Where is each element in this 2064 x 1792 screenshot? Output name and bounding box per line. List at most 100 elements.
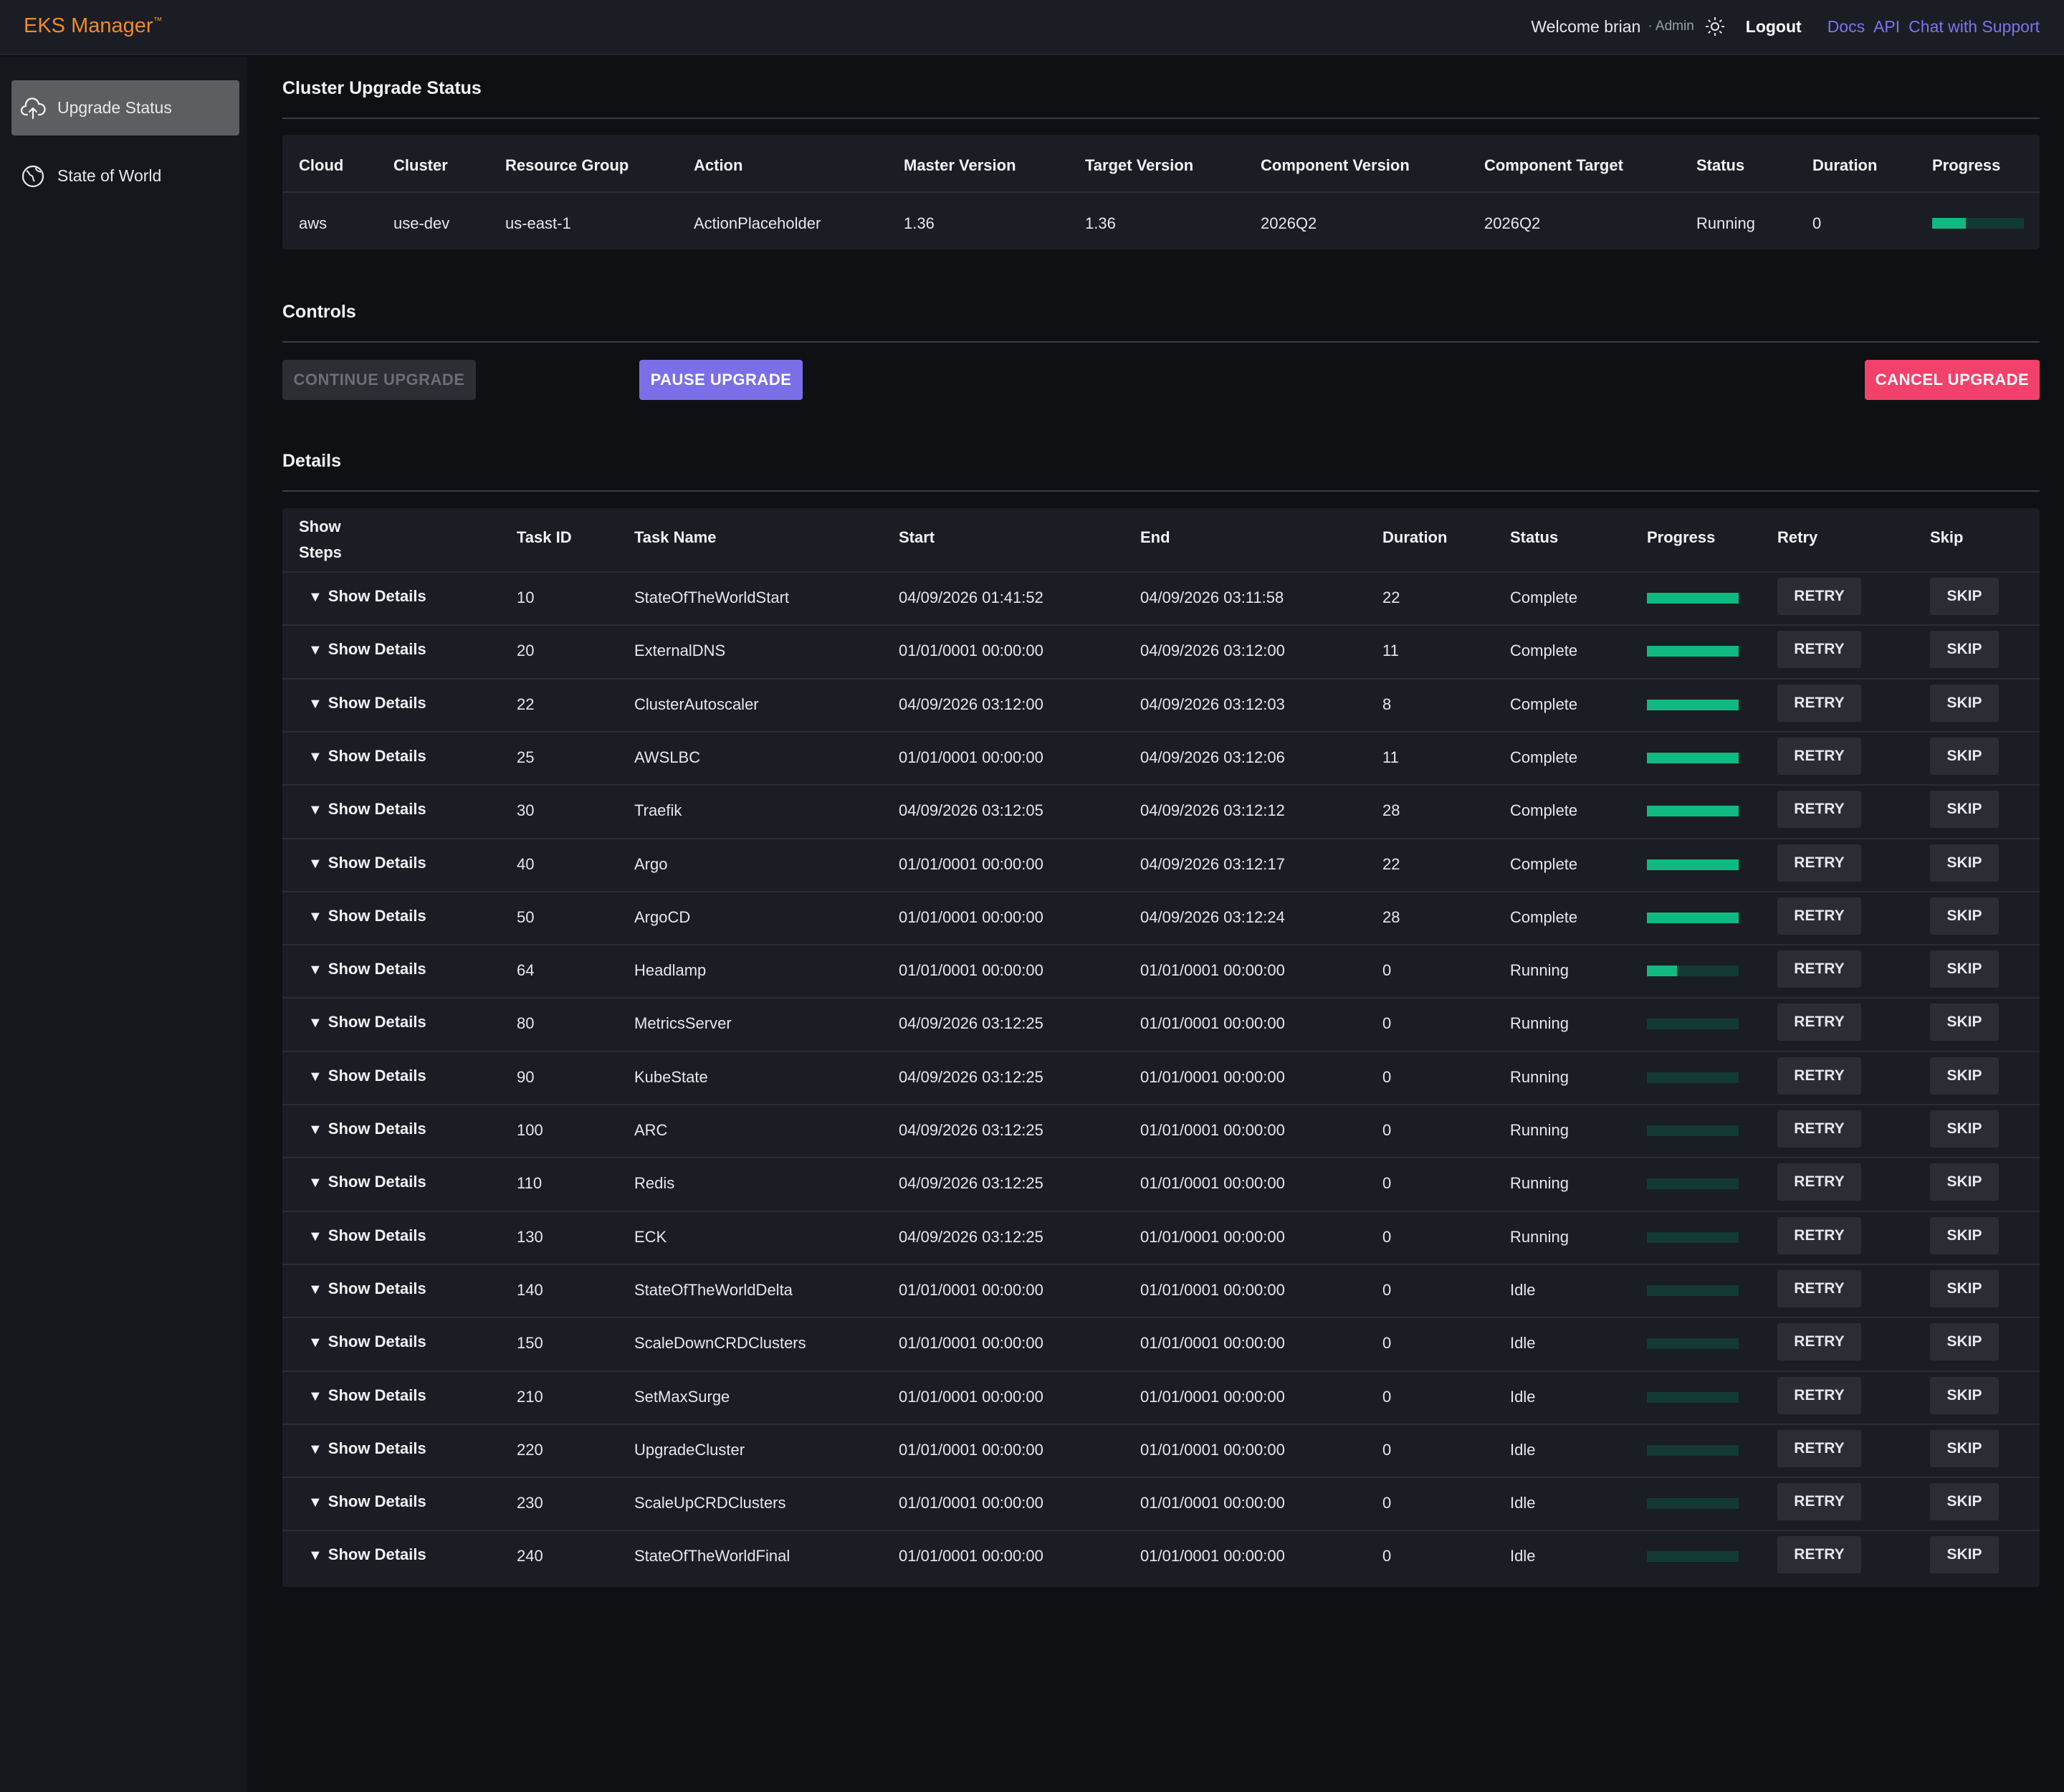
cloud-value: aws (299, 214, 328, 232)
retry-button[interactable]: RETRY (1777, 897, 1861, 935)
row-divider (282, 1530, 2040, 1532)
retry-button[interactable]: RETRY (1777, 1429, 1861, 1467)
skip-button[interactable]: SKIP (1930, 737, 1999, 775)
show-details-toggle[interactable]: ▼ Show Details (308, 1173, 426, 1191)
skip-button[interactable]: SKIP (1930, 1216, 1999, 1254)
sidebar-item-state-of-world[interactable]: State of World (11, 148, 239, 204)
show-details-toggle[interactable]: ▼ Show Details (308, 694, 426, 712)
skip-button[interactable]: SKIP (1930, 1163, 1999, 1201)
progress-bar (1647, 593, 1739, 604)
skip-button[interactable]: SKIP (1930, 631, 1999, 669)
progress-fill (1647, 966, 1678, 977)
retry-button[interactable]: RETRY (1777, 1110, 1861, 1148)
task-name: AWSLBC (634, 748, 701, 766)
retry-button[interactable]: RETRY (1777, 791, 1861, 829)
show-details-toggle[interactable]: ▼ Show Details (308, 1439, 426, 1458)
retry-button[interactable]: RETRY (1777, 844, 1861, 882)
resource-group-value: us-east-1 (505, 214, 571, 232)
show-details-toggle[interactable]: ▼ Show Details (308, 1386, 426, 1405)
continue-upgrade-button[interactable]: CONTINUE UPGRADE (282, 360, 476, 400)
retry-button[interactable]: RETRY (1777, 1004, 1861, 1042)
show-details-toggle[interactable]: ▼ Show Details (308, 854, 426, 872)
brand-logo[interactable]: EKS Manager™ (24, 14, 163, 38)
show-details-toggle[interactable]: ▼ Show Details (308, 640, 426, 659)
skip-button[interactable]: SKIP (1930, 1483, 1999, 1521)
start-time: 01/01/0001 00:00:00 (899, 642, 1043, 660)
task-id: 230 (517, 1494, 543, 1512)
triangle-down-icon: ▼ (308, 589, 322, 605)
sidebar-item-upgrade-status[interactable]: Upgrade Status (11, 80, 239, 135)
show-details-toggle[interactable]: ▼ Show Details (308, 1333, 426, 1351)
show-details-toggle[interactable]: ▼ Show Details (308, 1279, 426, 1298)
skip-button[interactable]: SKIP (1930, 791, 1999, 829)
duration: 22 (1382, 588, 1400, 606)
sun-icon[interactable] (1704, 16, 1726, 37)
component-version-value: 2026Q2 (1261, 214, 1317, 232)
retry-button[interactable]: RETRY (1777, 1163, 1861, 1201)
table-row: ▼ Show Details 90 KubeState 04/09/2026 03:12… (282, 1050, 2040, 1104)
pause-upgrade-button[interactable]: PAUSE UPGRADE (639, 360, 803, 400)
retry-button[interactable]: RETRY (1777, 684, 1861, 722)
table-row: ▼ Show Details 25 AWSLBC 01/01/0001 00:00:00… (282, 730, 2040, 784)
show-details-toggle[interactable]: ▼ Show Details (308, 747, 426, 766)
show-details-label: Show Details (328, 1279, 426, 1297)
retry-button[interactable]: RETRY (1777, 737, 1861, 775)
status: Running (1510, 1227, 1569, 1246)
skip-button[interactable]: SKIP (1930, 1110, 1999, 1148)
retry-button[interactable]: RETRY (1777, 1323, 1861, 1361)
show-details-toggle[interactable]: ▼ Show Details (308, 1120, 426, 1138)
retry-button[interactable]: RETRY (1777, 578, 1861, 615)
docs-link[interactable]: Docs (1828, 17, 1865, 37)
row-divider (282, 624, 2040, 626)
retry-button[interactable]: RETRY (1777, 1376, 1861, 1414)
skip-button[interactable]: SKIP (1930, 897, 1999, 935)
show-details-toggle[interactable]: ▼ Show Details (308, 1545, 426, 1564)
show-details-toggle[interactable]: ▼ Show Details (308, 1226, 426, 1245)
progress-fill (1932, 218, 1967, 229)
show-details-toggle[interactable]: ▼ Show Details (308, 587, 426, 606)
table-row: ▼ Show Details 110 Redis 04/09/2026 03:12:25… (282, 1157, 2040, 1210)
show-details-label: Show Details (328, 587, 426, 605)
top-bar: EKS Manager™ Welcome brian · Admin Logou… (0, 0, 2064, 55)
skip-button[interactable]: SKIP (1930, 1323, 1999, 1361)
show-details-toggle[interactable]: ▼ Show Details (308, 800, 426, 819)
chat-support-link[interactable]: Chat with Support (1908, 17, 2040, 37)
retry-button[interactable]: RETRY (1777, 950, 1861, 988)
skip-button[interactable]: SKIP (1930, 1429, 1999, 1467)
skip-button[interactable]: SKIP (1930, 1057, 1999, 1095)
retry-button[interactable]: RETRY (1777, 1216, 1861, 1254)
skip-button[interactable]: SKIP (1930, 1376, 1999, 1414)
retry-button[interactable]: RETRY (1777, 1269, 1861, 1307)
show-details-toggle[interactable]: ▼ Show Details (308, 1492, 426, 1511)
retry-button[interactable]: RETRY (1777, 631, 1861, 669)
task-id: 220 (517, 1440, 543, 1459)
show-details-toggle[interactable]: ▼ Show Details (308, 907, 426, 925)
show-details-toggle[interactable]: ▼ Show Details (308, 1067, 426, 1085)
skip-button[interactable]: SKIP (1930, 1004, 1999, 1042)
status: Idle (1510, 1334, 1536, 1353)
end-time: 01/01/0001 00:00:00 (1140, 1280, 1285, 1299)
retry-button[interactable]: RETRY (1777, 1057, 1861, 1095)
api-link[interactable]: API (1873, 17, 1900, 37)
table-row: ▼ Show Details 22 ClusterAutoscaler 04/09/20… (282, 677, 2040, 731)
divider (282, 490, 2040, 492)
table-row: ▼ Show Details 10 StateOfTheWorldStart 04/09… (282, 571, 2040, 624)
status: Idle (1510, 1387, 1536, 1406)
skip-button[interactable]: SKIP (1930, 1536, 1999, 1574)
logout-link[interactable]: Logout (1746, 17, 1802, 37)
triangle-down-icon: ▼ (308, 695, 322, 712)
show-details-toggle[interactable]: ▼ Show Details (308, 1013, 426, 1031)
retry-button[interactable]: RETRY (1777, 1483, 1861, 1521)
triangle-down-icon: ▼ (308, 748, 322, 765)
show-details-toggle[interactable]: ▼ Show Details (308, 960, 426, 978)
task-id: 22 (517, 695, 535, 713)
skip-button[interactable]: SKIP (1930, 684, 1999, 722)
cancel-upgrade-button[interactable]: CANCEL UPGRADE (1865, 360, 2040, 400)
col-task-name: Task Name (634, 528, 717, 546)
skip-button[interactable]: SKIP (1930, 578, 1999, 615)
skip-button[interactable]: SKIP (1930, 844, 1999, 882)
retry-button[interactable]: RETRY (1777, 1536, 1861, 1574)
skip-button[interactable]: SKIP (1930, 950, 1999, 988)
start-time: 01/01/0001 00:00:00 (899, 854, 1043, 873)
skip-button[interactable]: SKIP (1930, 1269, 1999, 1307)
